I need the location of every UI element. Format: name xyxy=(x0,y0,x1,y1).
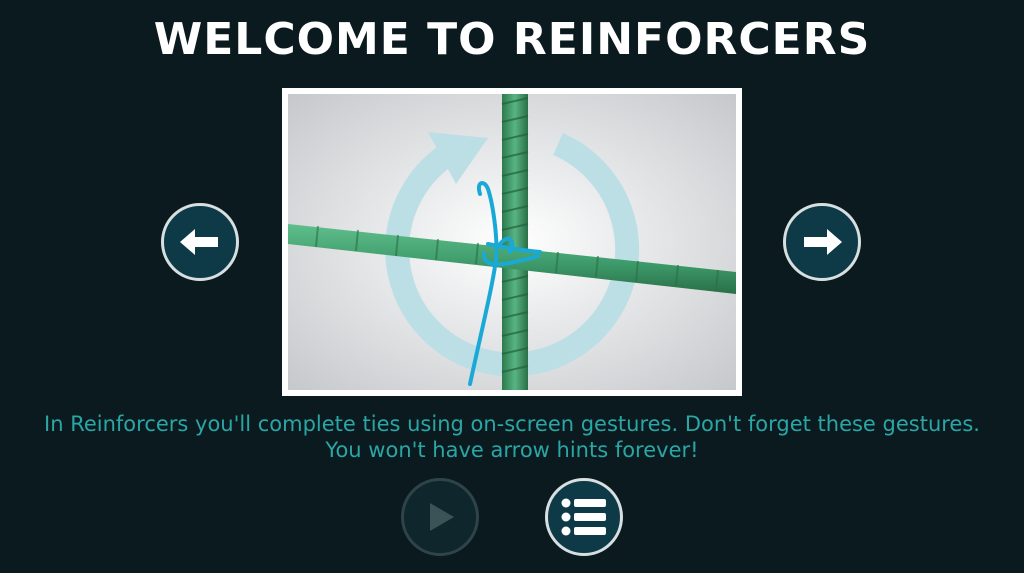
arrow-left-icon xyxy=(180,229,218,255)
tutorial-illustration xyxy=(288,94,736,390)
arrow-right-icon xyxy=(804,229,842,255)
instruction-text: In Reinforcers you'll complete ties usin… xyxy=(44,412,980,462)
menu-button[interactable] xyxy=(545,478,623,556)
vertical-rebar xyxy=(501,94,529,390)
next-button[interactable] xyxy=(783,203,861,281)
previous-button[interactable] xyxy=(161,203,239,281)
play-icon xyxy=(430,503,454,531)
welcome-screen: WELCOME TO REINFORCERS In Reinforcers yo… xyxy=(0,0,1024,573)
tutorial-image-frame xyxy=(282,88,742,396)
play-button[interactable] xyxy=(401,478,479,556)
page-title: WELCOME TO REINFORCERS xyxy=(153,14,871,65)
list-menu-icon xyxy=(561,498,606,536)
